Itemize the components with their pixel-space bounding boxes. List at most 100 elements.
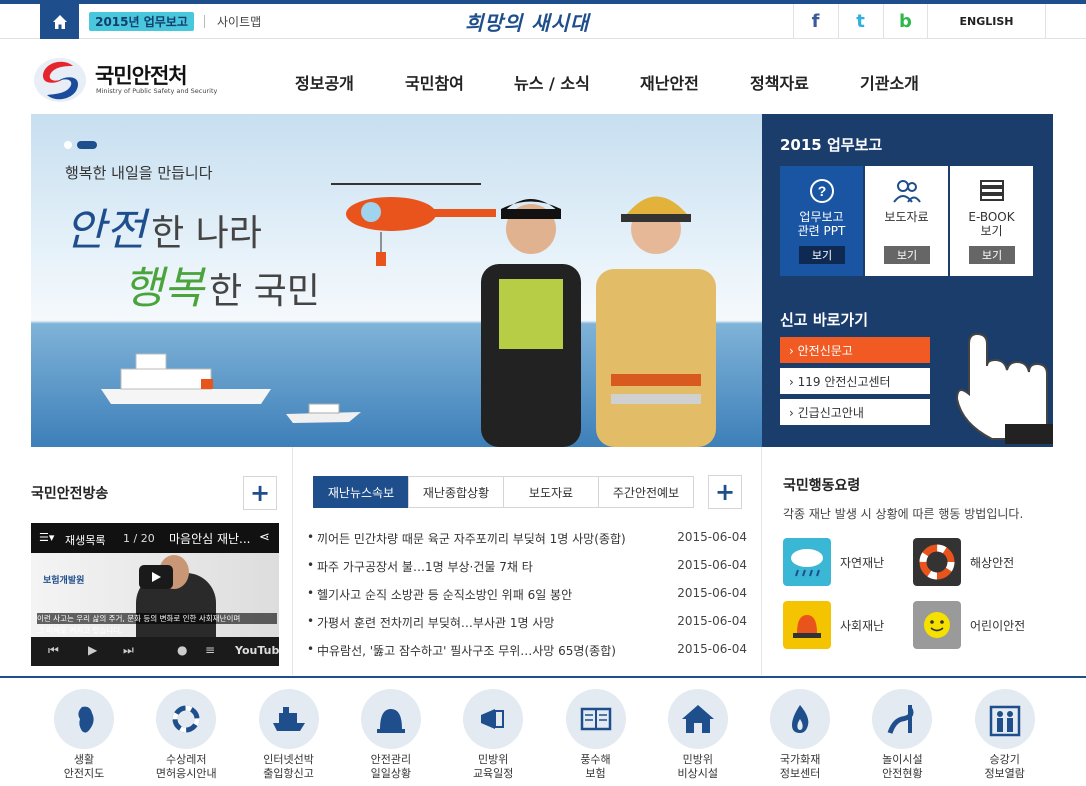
news-item[interactable]: • 끼어든 민간차량 때문 육군 자주포끼리 부딪혀 1명 사망(종합) 2015-… bbox=[307, 530, 747, 550]
news-item[interactable]: • 헬기사고 순직 소방관 등 순직소방인 위패 6일 봉안 2015-06-04 bbox=[307, 586, 747, 606]
nav-participation[interactable]: 국민참여 bbox=[405, 70, 464, 94]
smiley-icon bbox=[913, 601, 961, 649]
house-icon bbox=[667, 689, 728, 749]
english-link[interactable]: ENGLISH bbox=[927, 4, 1046, 39]
open-book-icon bbox=[565, 689, 626, 749]
press-card[interactable]: 보도자료 보기 bbox=[865, 166, 948, 276]
nav-about[interactable]: 기관소개 bbox=[860, 70, 919, 94]
press-card-label: 보도자료 bbox=[884, 210, 929, 224]
divider bbox=[204, 15, 205, 28]
logo-title: 국민안전처 bbox=[95, 64, 188, 88]
nav-disaster-safety[interactable]: 재난안전 bbox=[640, 70, 699, 94]
broadcast-section: 국민안전방송 + ☰▾ 재생목록 1 / 20 마음안심 재난... ⋖ 보험개… bbox=[31, 447, 291, 675]
bottom-link-item[interactable]: 민방위 교육일정 bbox=[443, 689, 543, 785]
video-play-button[interactable] bbox=[139, 565, 173, 589]
bottom-link-label: 풍수해 보험 bbox=[580, 753, 611, 780]
playlist-count: 1 / 20 bbox=[123, 532, 155, 545]
ebook-card[interactable]: E-BOOK 보기 보기 bbox=[950, 166, 1033, 276]
natural-disaster-item[interactable]: 자연재난 bbox=[783, 538, 913, 586]
news-item[interactable]: • 가평서 훈련 전차끼리 부딪혀…부사관 1명 사망 2015-06-04 bbox=[307, 614, 747, 634]
logo-emblem-icon bbox=[34, 58, 86, 102]
bottom-link-item[interactable]: 놀이시설 안전현황 bbox=[852, 689, 952, 785]
home-icon bbox=[52, 14, 67, 29]
siren-icon bbox=[360, 689, 421, 749]
bullet-icon: • bbox=[307, 530, 315, 544]
youtube-logo[interactable]: YouTube bbox=[235, 644, 279, 657]
play-control-icon[interactable]: ▶ bbox=[88, 643, 97, 657]
bottom-link-item[interactable]: 생활 안전지도 bbox=[34, 689, 134, 785]
people-icon bbox=[893, 180, 921, 203]
ppt-view-button[interactable]: 보기 bbox=[799, 246, 845, 264]
settings-icon[interactable]: ● bbox=[177, 643, 187, 657]
fire-119-report-link[interactable]: › 119 안전신고센터 bbox=[780, 368, 930, 394]
broadcast-more-button[interactable]: + bbox=[243, 476, 277, 510]
social-disaster-label: 사회재난 bbox=[840, 619, 885, 633]
safety-report-link[interactable]: › 안전신문고 bbox=[780, 337, 930, 363]
tab-disaster-news[interactable]: 재난뉴스속보 bbox=[313, 476, 409, 508]
ppt-card[interactable]: ? 업무보고 관련 PPT 보기 bbox=[780, 166, 863, 276]
bottom-link-item[interactable]: 수상레저 면허응시안내 bbox=[136, 689, 236, 785]
bottom-link-item[interactable]: 인터넷선박 출입항신고 bbox=[239, 689, 339, 785]
bottom-link-item[interactable]: 풍수해 보험 bbox=[546, 689, 646, 785]
share-icon[interactable]: ⋖ bbox=[259, 530, 270, 545]
video-controls[interactable]: ⏮ ▶ ⏭ ● ≡ YouTube bbox=[31, 637, 279, 666]
tab-weekly-forecast[interactable]: 주간안전예보 bbox=[598, 476, 694, 508]
work-report-badge[interactable]: 2015년 업무보고 bbox=[89, 12, 194, 31]
nav-policy-data[interactable]: 정책자료 bbox=[750, 70, 809, 94]
list-icon[interactable]: ≡ bbox=[205, 643, 215, 657]
bottom-link-label: 민방위 비상시설 bbox=[677, 753, 719, 780]
bottom-link-item[interactable]: 승강기 정보열람 bbox=[955, 689, 1055, 785]
home-button[interactable] bbox=[40, 4, 79, 39]
facebook-button[interactable]: f bbox=[793, 4, 837, 39]
ebook-view-button[interactable]: 보기 bbox=[969, 246, 1015, 264]
news-more-button[interactable]: + bbox=[708, 475, 742, 509]
news-item[interactable]: • 파주 가구공장서 불…1명 부상·건물 7채 타 2015-06-04 bbox=[307, 558, 747, 578]
bottom-link-label: 승강기 정보열람 bbox=[984, 753, 1025, 780]
logo[interactable]: 국민안전처 Ministry of Public Safety and Secu… bbox=[33, 57, 223, 103]
emergency-report-link[interactable]: › 긴급신고안내 bbox=[780, 399, 930, 425]
twitter-button[interactable]: t bbox=[838, 4, 882, 39]
news-title[interactable]: 헬기사고 순직 소방관 등 순직소방인 위패 6일 봉안 bbox=[317, 586, 667, 603]
hand-click-icon bbox=[955, 332, 1053, 444]
news-title[interactable]: 가평서 훈련 전차끼리 부딪혀…부사관 1명 사망 bbox=[317, 614, 667, 631]
tab-disaster-situation[interactable]: 재난종합상황 bbox=[408, 476, 504, 508]
next-icon[interactable]: ⏭ bbox=[123, 643, 134, 658]
bottom-link-label: 놀이시설 안전현황 bbox=[882, 753, 923, 780]
prev-icon[interactable]: ⏮ bbox=[48, 643, 59, 658]
police-officer-figure bbox=[481, 199, 581, 447]
band-button[interactable]: b bbox=[883, 4, 927, 39]
hero-banner[interactable]: 행복한 내일을 만듭니다 안전 한 나라 행복 한 국민 bbox=[31, 114, 762, 447]
marine-safety-item[interactable]: 해상안전 bbox=[913, 538, 1043, 586]
playlist-icon[interactable]: ☰▾ bbox=[39, 531, 54, 544]
bottom-quick-links: 생활 안전지도 수상레저 면허응시안내 인터넷선박 출입항신고 안전관리 일일상황 민방… bbox=[0, 676, 1086, 786]
press-view-button[interactable]: 보기 bbox=[884, 246, 930, 264]
news-date: 2015-06-04 bbox=[677, 614, 747, 628]
ship-icon bbox=[258, 689, 319, 749]
plus-icon: + bbox=[714, 478, 736, 506]
report-shortcut-title: 신고 바로가기 bbox=[780, 311, 869, 329]
news-title[interactable]: 파주 가구공장서 불…1명 부상·건물 7채 타 bbox=[317, 558, 667, 575]
bottom-link-item[interactable]: 안전관리 일일상황 bbox=[341, 689, 441, 785]
social-disaster-item[interactable]: 사회재난 bbox=[783, 601, 913, 649]
video-player[interactable]: ☰▾ 재생목록 1 / 20 마음안심 재난... ⋖ 보험개발원 이런 사고는… bbox=[31, 523, 279, 666]
nav-info-disclosure[interactable]: 정보공개 bbox=[295, 70, 354, 94]
child-safety-label: 어린이안전 bbox=[970, 619, 1026, 633]
bottom-link-label: 수상레저 면허응시안내 bbox=[155, 753, 217, 780]
bottom-link-item[interactable]: 민방위 비상시설 bbox=[648, 689, 748, 785]
news-title[interactable]: 끼어든 민간차량 때문 육군 자주포끼리 부딪혀 1명 사망(종합) bbox=[317, 530, 667, 547]
ppt-card-label: 업무보고 관련 PPT bbox=[797, 210, 846, 238]
nav-news[interactable]: 뉴스 / 소식 bbox=[514, 70, 590, 94]
news-item[interactable]: • 中유람선, '뚫고 잠수하고' 필사구조 무위…사망 65명(종합) 2015-… bbox=[307, 642, 747, 662]
work-report-title: 2015 업무보고 bbox=[780, 136, 883, 154]
siren-icon bbox=[783, 601, 831, 649]
broadcast-title: 국민안전방송 bbox=[31, 486, 109, 502]
cloud-rain-icon bbox=[783, 538, 831, 586]
tab-press-release[interactable]: 보도자료 bbox=[503, 476, 599, 508]
twitter-icon: t bbox=[856, 11, 865, 32]
news-date: 2015-06-04 bbox=[677, 558, 747, 572]
play-icon bbox=[152, 572, 161, 582]
sitemap-link[interactable]: 사이트맵 bbox=[217, 13, 261, 30]
bottom-link-item[interactable]: 국가화재 정보센터 bbox=[750, 689, 850, 785]
news-title[interactable]: 中유람선, '뚫고 잠수하고' 필사구조 무위…사망 65명(종합) bbox=[317, 642, 667, 659]
child-safety-item[interactable]: 어린이안전 bbox=[913, 601, 1043, 649]
